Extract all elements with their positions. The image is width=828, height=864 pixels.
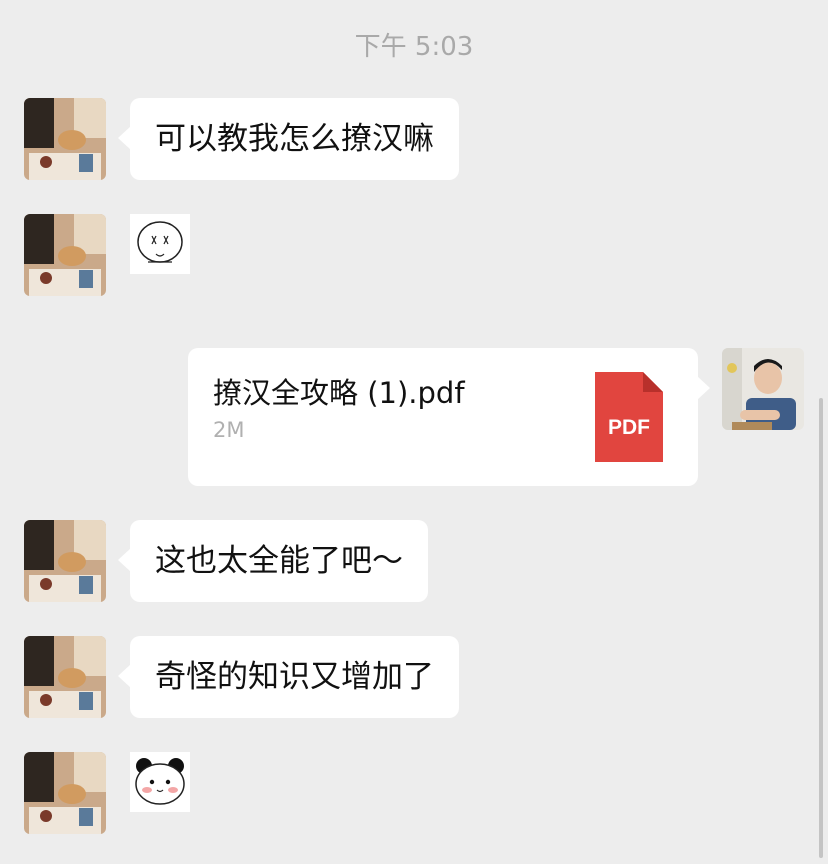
contact-avatar[interactable] xyxy=(24,636,106,718)
message-text: 这也太全能了吧～ xyxy=(155,543,403,579)
pdf-file-type-label: PDF xyxy=(608,416,650,439)
file-size: 2M xyxy=(213,418,245,442)
message-bubble[interactable]: 奇怪的知识又增加了 xyxy=(118,636,459,718)
message-text: 可以教我怎么撩汉嘛 xyxy=(155,121,434,157)
message-bubble[interactable]: 可以教我怎么撩汉嘛 xyxy=(118,98,459,180)
contact-avatar[interactable] xyxy=(24,214,106,296)
self-avatar[interactable] xyxy=(722,348,804,430)
contact-avatar[interactable] xyxy=(24,98,106,180)
file-message-card[interactable]: 撩汉全攻略 (1).pdf 2M PDF xyxy=(188,348,710,486)
file-name: 撩汉全攻略 (1).pdf xyxy=(213,376,465,410)
message-bubble[interactable]: 这也太全能了吧～ xyxy=(118,520,428,602)
pdf-file-icon: PDF xyxy=(595,372,663,462)
blank-face-sticker[interactable] xyxy=(130,214,190,274)
panda-blush-sticker[interactable] xyxy=(130,752,190,812)
contact-avatar[interactable] xyxy=(24,752,106,834)
scrollbar[interactable] xyxy=(819,398,823,858)
contact-avatar[interactable] xyxy=(24,520,106,602)
message-text: 奇怪的知识又增加了 xyxy=(155,659,434,695)
chat-timestamp: 下午 5:03 xyxy=(354,32,474,62)
